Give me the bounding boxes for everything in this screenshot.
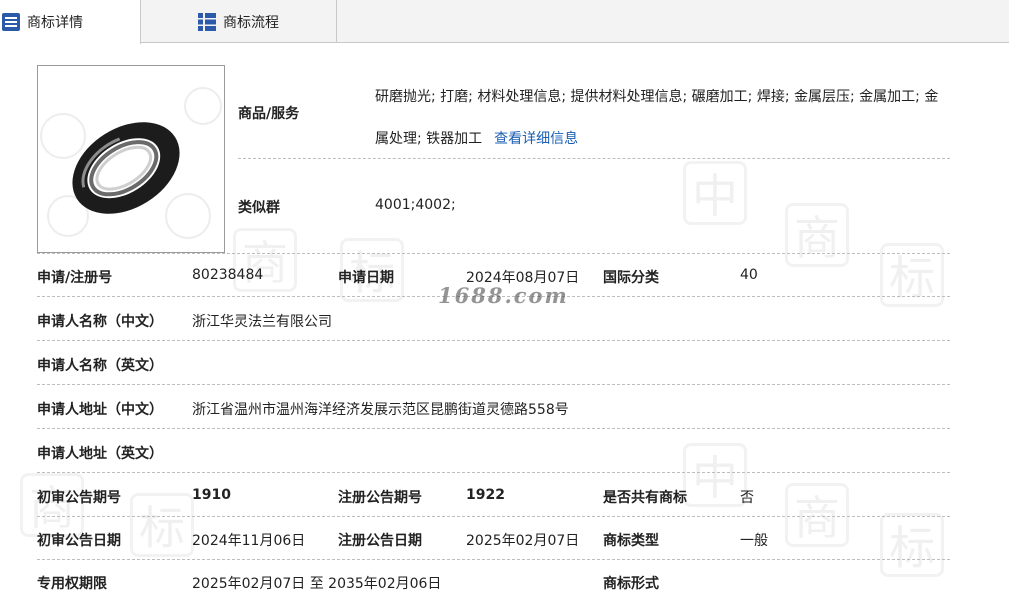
reg-pub-no-value: 1922 — [466, 487, 505, 503]
reg-no-value: 80238484 — [192, 267, 264, 283]
tab-label: 商标详情 — [27, 15, 83, 31]
address-en-label: 申请人地址（英文） — [37, 446, 163, 462]
address-cn-value: 浙江省温州市温州海洋经济发展示范区昆鹏街道灵德路558号 — [192, 402, 569, 418]
applicant-en-label: 申请人名称（英文） — [37, 358, 163, 374]
mark-type-label: 商标类型 — [603, 533, 659, 549]
grid-icon — [198, 12, 216, 31]
similar-group-label: 类似群 — [238, 200, 280, 216]
view-details-link[interactable]: 查看详细信息 — [494, 131, 578, 147]
goods-services-text: 研磨抛光; 打磨; 材料处理信息; 提供材料处理信息; 碾磨加工; 焊接; 金属… — [375, 89, 939, 147]
reg-no-label: 申请/注册号 — [37, 270, 113, 286]
mark-form-label: 商标形式 — [603, 576, 659, 590]
prelim-pub-date-value: 2024年11月06日 — [192, 533, 306, 549]
trademark-image — [37, 65, 225, 253]
divider — [37, 472, 950, 473]
divider — [37, 516, 950, 517]
prelim-pub-no-value: 1910 — [192, 487, 231, 503]
mark-type-value: 一般 — [740, 533, 768, 549]
goods-services-value: 研磨抛光; 打磨; 材料处理信息; 提供材料处理信息; 碾磨加工; 焊接; 金属… — [375, 76, 950, 160]
divider — [37, 253, 950, 254]
divider — [37, 428, 950, 429]
divider — [37, 340, 950, 341]
similar-group-value: 4001;4002; — [375, 197, 456, 213]
tab-label: 商标流程 — [223, 14, 279, 31]
intl-class-value: 40 — [740, 267, 758, 283]
exclusive-period-value: 2025年02月07日 至 2035年02月06日 — [192, 576, 442, 590]
divider — [37, 559, 950, 560]
tab-bar: 商标详情 商标流程 — [0, 0, 1009, 44]
address-cn-label: 申请人地址（中文） — [37, 402, 163, 418]
apply-date-label: 申请日期 — [338, 270, 394, 286]
shared-mark-label: 是否共有商标 — [603, 490, 687, 506]
tab-trademark-details[interactable]: 商标详情 — [0, 0, 141, 44]
site-watermark: 1688.com — [438, 283, 569, 308]
reg-pub-no-label: 注册公告期号 — [338, 490, 422, 506]
prelim-pub-date-label: 初审公告日期 — [37, 533, 121, 549]
goods-services-label: 商品/服务 — [238, 106, 300, 122]
intl-class-label: 国际分类 — [603, 270, 659, 286]
divider — [238, 158, 950, 159]
reg-pub-date-value: 2025年02月07日 — [466, 533, 580, 549]
shared-mark-value: 否 — [740, 490, 754, 506]
applicant-cn-label: 申请人名称（中文） — [37, 314, 163, 330]
applicant-cn-value: 浙江华灵法兰有限公司 — [192, 314, 332, 330]
list-icon — [2, 13, 20, 31]
trademark-logo — [40, 87, 222, 239]
reg-pub-date-label: 注册公告日期 — [338, 533, 422, 549]
divider — [37, 384, 950, 385]
tab-trademark-process[interactable]: 商标流程 — [141, 0, 337, 43]
prelim-pub-no-label: 初审公告期号 — [37, 490, 121, 506]
exclusive-period-label: 专用权期限 — [37, 576, 107, 590]
